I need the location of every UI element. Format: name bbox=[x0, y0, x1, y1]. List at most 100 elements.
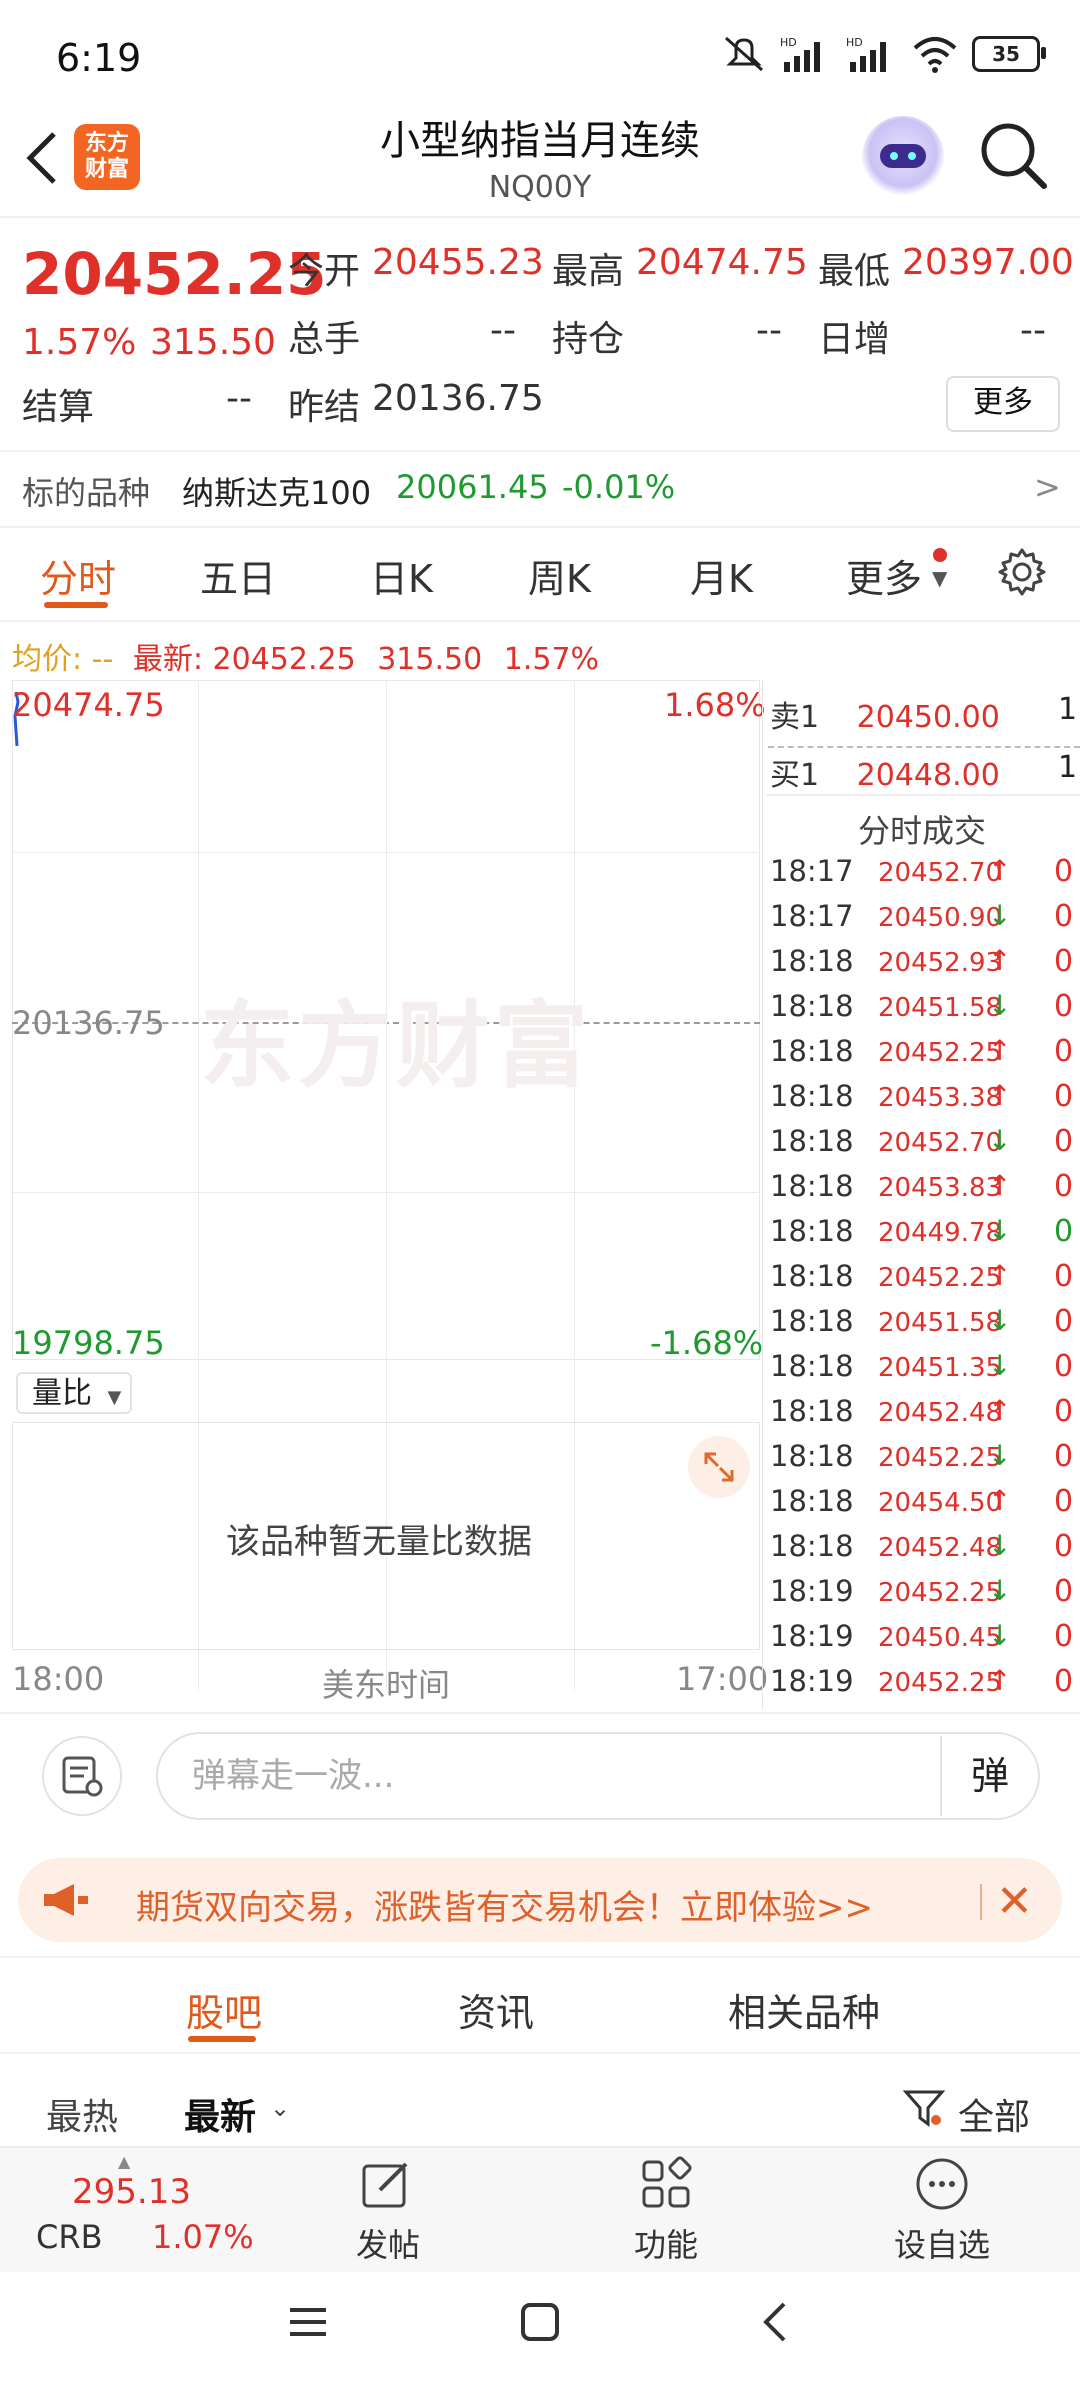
tab-weekly-k[interactable]: 周K bbox=[528, 548, 591, 603]
megaphone-icon bbox=[44, 1884, 88, 1916]
trade-price: 20452.25 bbox=[878, 1443, 1003, 1473]
crb-label[interactable]: CRB bbox=[36, 2218, 103, 2256]
tab-more[interactable]: 更多 bbox=[846, 548, 922, 603]
tab-forum[interactable]: 股吧 bbox=[186, 1982, 262, 2037]
volume-ratio-label: 量比 bbox=[32, 1376, 92, 1411]
arrow-down-icon: ↓ bbox=[988, 1439, 1012, 1472]
trade-volume: 0 bbox=[1054, 1529, 1074, 1564]
underlying-name[interactable]: 纳斯达克100 bbox=[182, 468, 371, 514]
trade-price: 20452.48 bbox=[878, 1398, 1003, 1428]
chart-low-value: 19798.75 bbox=[12, 1324, 165, 1362]
bid-price: 20448.00 bbox=[856, 758, 1000, 793]
prev-settle-label: 昨结 bbox=[288, 387, 361, 428]
add-watchlist-label[interactable]: 设自选 bbox=[880, 2220, 1004, 2266]
latest-pct: 1.57% bbox=[503, 642, 600, 677]
volume-ratio-select[interactable]: 量比 ▼ bbox=[16, 1372, 132, 1414]
tab-news[interactable]: 资讯 bbox=[458, 1982, 534, 2037]
function-grid-icon[interactable] bbox=[638, 2156, 694, 2212]
settings-gear-icon[interactable] bbox=[996, 546, 1048, 598]
trade-volume: 0 bbox=[1054, 1484, 1074, 1519]
status-icons: HD HD 35 bbox=[722, 34, 1046, 74]
banner-divider bbox=[980, 1884, 982, 1920]
book-divider bbox=[768, 746, 1080, 748]
tab-active-indicator bbox=[44, 602, 108, 608]
daily-inc-label: 日增 bbox=[818, 319, 891, 360]
trade-volume: 0 bbox=[1054, 989, 1074, 1024]
dropdown-caret-icon: ▼ bbox=[932, 566, 948, 590]
trade-price: 20452.25 bbox=[878, 1038, 1003, 1068]
robot-assistant-icon[interactable] bbox=[862, 116, 944, 198]
svg-text:HD: HD bbox=[846, 36, 863, 49]
avg-value: -- bbox=[91, 642, 114, 677]
no-data-message: 该品种暂无量比数据 bbox=[226, 1522, 532, 1562]
sort-latest[interactable]: 最新 bbox=[184, 2088, 256, 2140]
trade-time: 18:18 bbox=[770, 1259, 854, 1293]
trade-volume: 0 bbox=[1054, 1124, 1074, 1159]
system-back-icon[interactable] bbox=[754, 2300, 798, 2344]
crb-value[interactable]: 295.13 bbox=[72, 2172, 191, 2212]
trade-price: 20452.70 bbox=[878, 1128, 1003, 1158]
daily-inc-value: -- bbox=[1020, 310, 1046, 351]
ask-volume: 1 bbox=[1058, 692, 1078, 727]
tab-related[interactable]: 相关品种 bbox=[728, 1982, 880, 2037]
arrow-down-icon: ↓ bbox=[988, 899, 1012, 932]
sort-hot[interactable]: 最热 bbox=[46, 2088, 118, 2140]
expand-icon[interactable] bbox=[688, 1436, 750, 1498]
tab-intraday[interactable]: 分时 bbox=[40, 548, 116, 603]
latest-value: 20452.25 bbox=[212, 642, 356, 677]
filter-all[interactable]: 全部 bbox=[958, 2088, 1030, 2140]
danmu-toggle-button[interactable]: 弹 bbox=[940, 1736, 1038, 1816]
trade-time: 18:18 bbox=[770, 989, 854, 1023]
function-label[interactable]: 功能 bbox=[618, 2220, 714, 2266]
post-edit-icon[interactable] bbox=[358, 2156, 414, 2212]
trade-price: 20451.35 bbox=[878, 1353, 1003, 1383]
change-percent: 1.57% bbox=[22, 322, 137, 363]
tab-daily-k[interactable]: 日K bbox=[370, 548, 433, 603]
tab-five-day[interactable]: 五日 bbox=[200, 548, 276, 603]
more-dots-icon[interactable] bbox=[914, 2156, 970, 2212]
low-label: 最低 bbox=[818, 251, 891, 292]
arrow-up-icon: ↑ bbox=[988, 1169, 1012, 1202]
underlying-arrow-icon[interactable]: > bbox=[1034, 468, 1061, 506]
menu-icon[interactable] bbox=[286, 2300, 330, 2344]
arrow-down-icon: ↓ bbox=[988, 1529, 1012, 1562]
arrow-down-icon: ↓ bbox=[988, 989, 1012, 1022]
danmu-input[interactable]: 弹幕走一波... bbox=[156, 1732, 1040, 1820]
trade-time: 18:18 bbox=[770, 1034, 854, 1068]
trade-time: 18:18 bbox=[770, 1214, 854, 1248]
chart-grid-line bbox=[12, 852, 760, 853]
arrow-down-icon: ↓ bbox=[988, 1304, 1012, 1337]
note-settings-icon[interactable] bbox=[42, 1736, 122, 1816]
trade-price: 20452.93 bbox=[878, 948, 1003, 978]
trade-volume: 0 bbox=[1054, 944, 1074, 979]
avg-label: 均价: bbox=[12, 642, 83, 677]
search-icon[interactable] bbox=[978, 120, 1048, 190]
trade-volume: 0 bbox=[1054, 899, 1074, 934]
mute-icon bbox=[725, 36, 763, 72]
crb-pct[interactable]: 1.07% bbox=[152, 2218, 254, 2256]
underlying-price: 20061.45 bbox=[396, 468, 549, 506]
more-quote-button[interactable]: 更多 bbox=[946, 376, 1060, 432]
settle-value: -- bbox=[226, 378, 252, 419]
settle-label: 结算 bbox=[22, 387, 95, 428]
trade-time: 18:18 bbox=[770, 1529, 854, 1563]
promo-text[interactable]: 期货双向交易，涨跌皆有交易机会！立即体验>> bbox=[136, 1880, 873, 1929]
trade-price: 20453.83 bbox=[878, 1173, 1003, 1203]
home-icon[interactable] bbox=[518, 2300, 562, 2344]
trade-time: 18:18 bbox=[770, 1079, 854, 1113]
post-label[interactable]: 发帖 bbox=[340, 2220, 436, 2266]
high-label: 最高 bbox=[552, 251, 625, 292]
arrow-up-icon: ↑ bbox=[988, 1259, 1012, 1292]
filter-icon[interactable] bbox=[902, 2086, 946, 2130]
close-icon[interactable]: ✕ bbox=[996, 1876, 1033, 1927]
trade-time: 18:19 bbox=[770, 1574, 854, 1608]
tab-monthly-k[interactable]: 月K bbox=[690, 548, 753, 603]
trade-volume: 0 bbox=[1054, 1664, 1074, 1699]
trade-volume: 0 bbox=[1054, 1349, 1074, 1384]
latest-change: 315.50 bbox=[377, 642, 483, 677]
trade-price: 20451.58 bbox=[878, 1308, 1003, 1338]
trade-volume: 0 bbox=[1054, 1079, 1074, 1114]
arrow-up-icon: ↑ bbox=[988, 854, 1012, 887]
open-label: 今开 bbox=[288, 251, 361, 292]
select-caret-icon: ▼ bbox=[107, 1387, 122, 1408]
